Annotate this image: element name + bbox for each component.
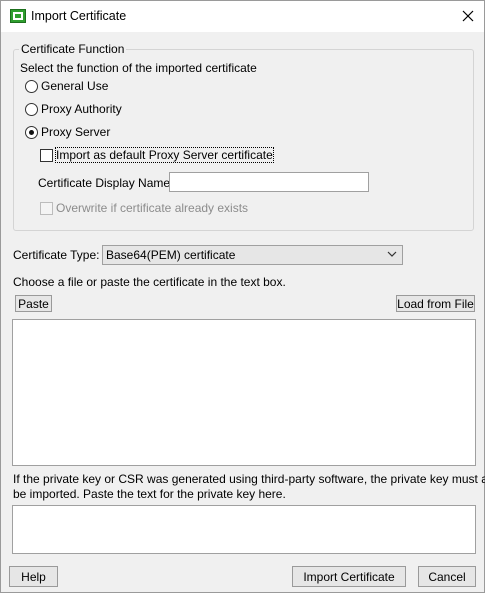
display-name-input[interactable]	[169, 172, 369, 192]
close-button[interactable]	[456, 5, 480, 27]
cert-type-value: Base64(PEM) certificate	[106, 248, 236, 262]
radio-proxy-authority-label[interactable]: Proxy Authority	[41, 102, 122, 116]
close-icon	[462, 10, 474, 22]
certificate-textarea[interactable]	[12, 319, 476, 466]
display-name-label: Certificate Display Name:	[38, 176, 174, 190]
title-bar: Import Certificate	[1, 1, 484, 32]
file-hint: Choose a file or paste the certificate i…	[13, 275, 286, 289]
radio-general-use-label[interactable]: General Use	[41, 79, 108, 93]
paste-button[interactable]: Paste	[15, 295, 52, 312]
window-title: Import Certificate	[31, 9, 127, 23]
cert-type-select[interactable]: Base64(PEM) certificate	[102, 245, 403, 265]
radio-proxy-server-label[interactable]: Proxy Server	[41, 125, 110, 139]
radio-proxy-server[interactable]	[25, 126, 38, 139]
import-default-label[interactable]: Import as default Proxy Server certifica…	[55, 147, 274, 163]
group-legend: Certificate Function	[19, 42, 127, 56]
cancel-button[interactable]: Cancel	[418, 566, 476, 587]
radio-general-use[interactable]	[25, 80, 38, 93]
certificate-icon	[10, 9, 26, 23]
private-key-note-line1: If the private key or CSR was generated …	[13, 472, 485, 486]
help-button[interactable]: Help	[9, 566, 58, 587]
import-certificate-button[interactable]: Import Certificate	[292, 566, 406, 587]
chevron-down-icon	[387, 251, 397, 257]
load-from-file-button[interactable]: Load from File	[396, 295, 475, 312]
radio-proxy-authority[interactable]	[25, 103, 38, 116]
private-key-note-line2: be imported. Paste the text for the priv…	[13, 487, 286, 501]
private-key-textarea[interactable]	[12, 505, 476, 554]
import-certificate-dialog: Import Certificate Certificate Function …	[0, 0, 485, 593]
import-default-checkbox[interactable]	[40, 149, 53, 162]
overwrite-label: Overwrite if certificate already exists	[56, 201, 249, 215]
overwrite-checkbox[interactable]	[40, 202, 53, 215]
cert-type-label: Certificate Type:	[13, 248, 100, 262]
function-instruction: Select the function of the imported cert…	[20, 61, 257, 75]
